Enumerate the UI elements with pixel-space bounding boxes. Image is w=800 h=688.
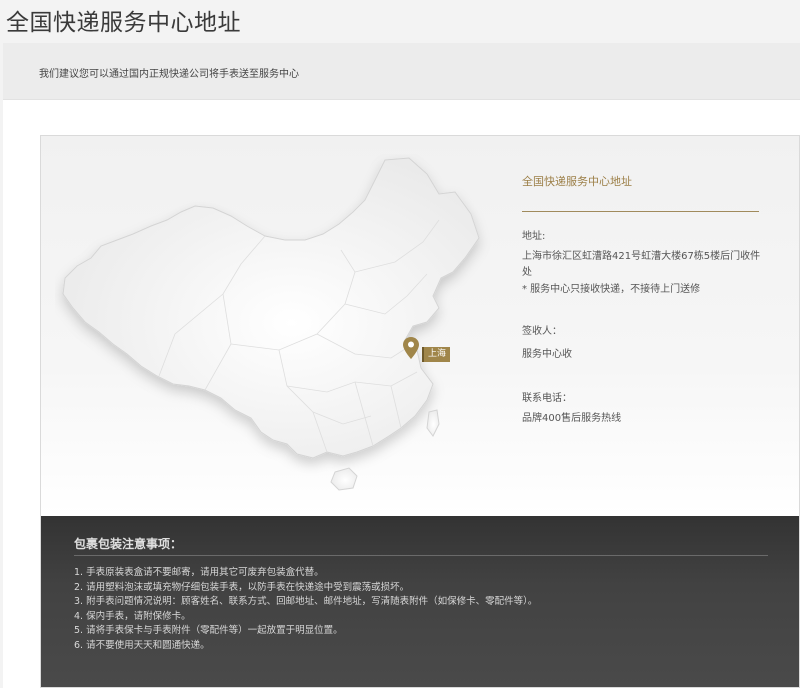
- intro-bar: 我们建议您可以通过国内正规快递公司将手表送至服务中心: [3, 43, 800, 100]
- taiwan-island: [426, 409, 440, 437]
- address-note: * 服务中心只接收快递，不接待上门送修: [522, 284, 701, 295]
- notes-item: 4. 保内手表，请附保修卡。: [74, 610, 191, 622]
- address-label: 地址:: [522, 231, 546, 242]
- notes-item: 3. 附手表问题情况说明：顾客姓名、联系方式、回邮地址、邮件地址，写清随表附件（…: [74, 596, 538, 608]
- phone-label: 联系电话：: [522, 393, 572, 404]
- receiver-label: 签收人：: [522, 326, 562, 337]
- notes-divider: [74, 555, 768, 556]
- location-pin-icon: [403, 337, 419, 359]
- notes-title: 包裹包装注意事项：: [74, 537, 183, 551]
- map-panel: 上海 全国快递服务中心地址 地址: 上海市徐汇区虹漕路421号虹漕大楼67栋5楼…: [41, 136, 799, 516]
- phone-value: 品牌400售后服务热线: [522, 413, 622, 424]
- notes-item: 5. 请将手表保卡与手表附件（零配件等）一起放置于明显位置。: [74, 625, 343, 637]
- hainan-island: [330, 467, 358, 491]
- service-center-card: 上海 全国快递服务中心地址 地址: 上海市徐汇区虹漕路421号虹漕大楼67栋5楼…: [40, 135, 800, 688]
- notes-item: 6. 请不要使用天天和圆通快递。: [74, 639, 210, 651]
- china-mainland-shape: [62, 157, 480, 459]
- packaging-notes-section: 包裹包装注意事项： 1. 手表原装表盒请不要邮寄，请用其它可废弃包装盒代替。 2…: [41, 516, 799, 687]
- intro-text: 我们建议您可以通过国内正规快递公司将手表送至服务中心: [39, 69, 299, 80]
- page-title: 全国快递服务中心地址: [6, 10, 241, 36]
- notes-item: 2. 请用塑料泡沫或填充物仔细包装手表，以防手表在快递途中受到震荡或损坏。: [74, 581, 410, 593]
- notes-item: 1. 手表原装表盒请不要邮寄，请用其它可废弃包装盒代替。: [74, 567, 324, 578]
- notes-list: 1. 手表原装表盒请不要邮寄，请用其它可废弃包装盒代替。 2. 请用塑料泡沫或填…: [74, 566, 537, 654]
- info-divider: [522, 211, 759, 212]
- china-map: [62, 157, 480, 491]
- info-title: 全国快递服务中心地址: [522, 175, 632, 188]
- city-label-shanghai[interactable]: 上海: [422, 347, 451, 362]
- receiver-value: 服务中心收: [522, 349, 572, 360]
- address-value: 上海市徐汇区虹漕路421号虹漕大楼67栋5楼后门收件处: [522, 251, 761, 278]
